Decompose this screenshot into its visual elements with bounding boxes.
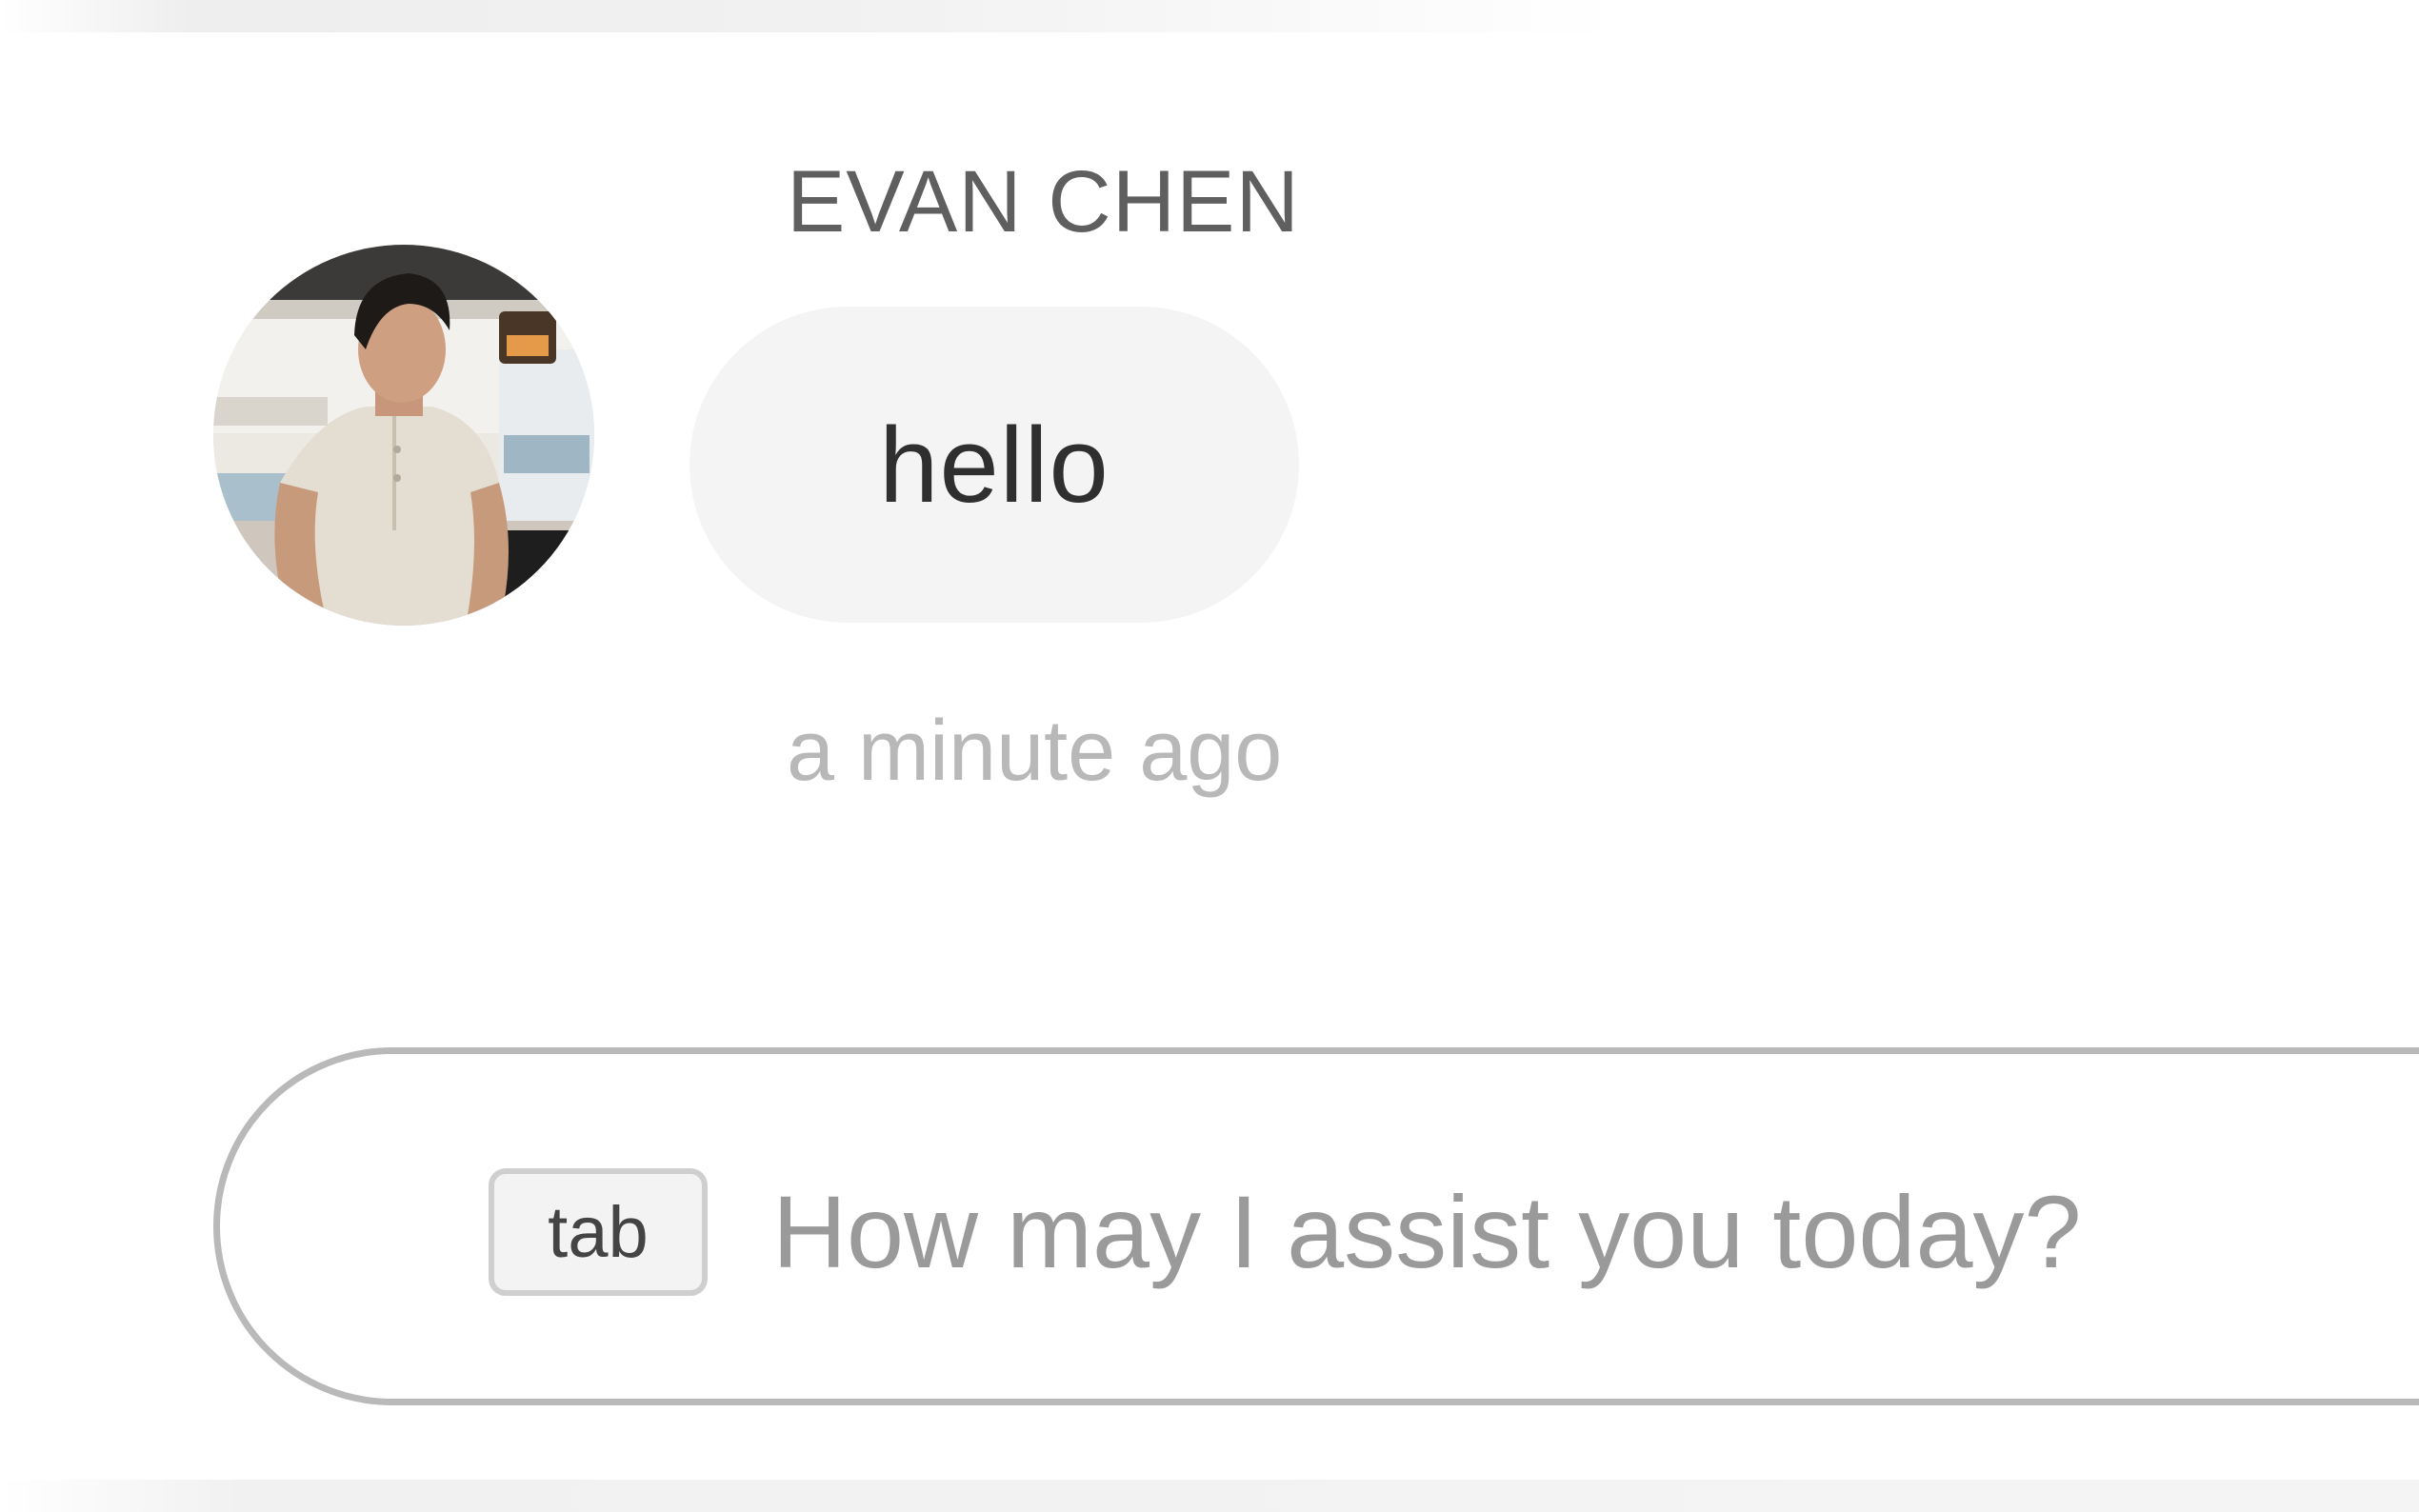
chat-message: EVAN CHEN hello a minute ago bbox=[0, 0, 2419, 857]
message-composer[interactable]: tab bbox=[213, 1047, 2419, 1405]
tab-shortcut-label: tab bbox=[548, 1191, 649, 1273]
user-photo-avatar-icon bbox=[213, 245, 594, 626]
avatar[interactable] bbox=[213, 245, 594, 626]
message-text: hello bbox=[879, 405, 1110, 525]
bottom-scroll-fade bbox=[0, 1480, 2419, 1512]
message-bubble: hello bbox=[690, 307, 1299, 623]
message-timestamp: a minute ago bbox=[787, 704, 1283, 799]
chat-panel: EVAN CHEN hello a minute ago tab How may… bbox=[0, 0, 2419, 1512]
message-input[interactable] bbox=[772, 1145, 2391, 1317]
sender-name: EVAN CHEN bbox=[787, 153, 1300, 250]
tab-shortcut-key[interactable]: tab bbox=[489, 1168, 708, 1296]
